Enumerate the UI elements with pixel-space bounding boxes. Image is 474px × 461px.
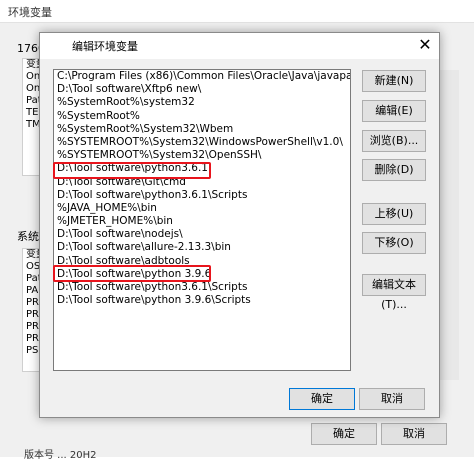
dialog-title: 编辑环境变量 [72,40,138,53]
parent-titlebar: 环境变量 [0,0,474,23]
path-item[interactable]: D:\Tool software\python3.6.1 [54,162,350,175]
path-item[interactable]: %SystemRoot%\System32\Wbem [54,123,350,136]
path-item[interactable]: %JAVA_HOME%\bin [54,202,350,215]
parent-window-title: 环境变量 [8,6,52,19]
parent-bottom-text: 版本号 ... 20H2 [24,450,97,461]
path-item[interactable]: D:\Tool software\python 3.9.6 [54,268,350,281]
path-item[interactable]: C:\Program Files (x86)\Common Files\Orac… [54,70,350,83]
parent-ok-button[interactable]: 确定 [311,423,377,445]
path-item[interactable]: D:\Tool software\Xftp6 new\ [54,83,350,96]
delete-button[interactable]: 删除(D) [362,159,426,181]
path-item[interactable]: D:\Tool software\adbtools [54,255,350,268]
path-item[interactable]: %SYSTEMROOT%\System32\WindowsPowerShell\… [54,136,350,149]
move-down-button[interactable]: 下移(O) [362,232,426,254]
path-list[interactable]: C:\Program Files (x86)\Common Files\Orac… [53,69,351,371]
edit-environment-variable-dialog: 编辑环境变量 ✕ C:\Program Files (x86)\Common F… [39,32,440,418]
path-item[interactable]: D:\Tool software\allure-2.13.3\bin [54,241,350,254]
path-item[interactable]: D:\Tool software\nodejs\ [54,228,350,241]
path-item[interactable]: D:\Tool software\python3.6.1\Scripts [54,189,350,202]
edit-text-button[interactable]: 编辑文本(T)... [362,274,426,311]
path-rows: C:\Program Files (x86)\Common Files\Orac… [54,70,350,307]
path-item[interactable]: D:\Tool software\Git\cmd [54,176,350,189]
ok-button[interactable]: 确定 [289,388,355,410]
move-up-button[interactable]: 上移(U) [362,203,426,225]
path-item[interactable]: %SYSTEMROOT%\System32\OpenSSH\ [54,149,350,162]
path-item[interactable]: D:\Tool software\python 3.9.6\Scripts [54,294,350,307]
new-button[interactable]: 新建(N) [362,70,426,92]
close-icon[interactable]: ✕ [416,36,434,54]
cancel-button[interactable]: 取消 [359,388,425,410]
path-item[interactable]: D:\Tool software\python3.6.1\Scripts [54,281,350,294]
path-item[interactable]: %SystemRoot%\system32 [54,96,350,109]
parent-cancel-button[interactable]: 取消 [381,423,447,445]
path-item[interactable]: %JMETER_HOME%\bin [54,215,350,228]
path-item[interactable]: %SystemRoot% [54,110,350,123]
edit-button[interactable]: 编辑(E) [362,100,426,122]
browse-button[interactable]: 浏览(B)... [362,130,426,152]
dialog-titlebar: 编辑环境变量 ✕ [40,33,439,59]
